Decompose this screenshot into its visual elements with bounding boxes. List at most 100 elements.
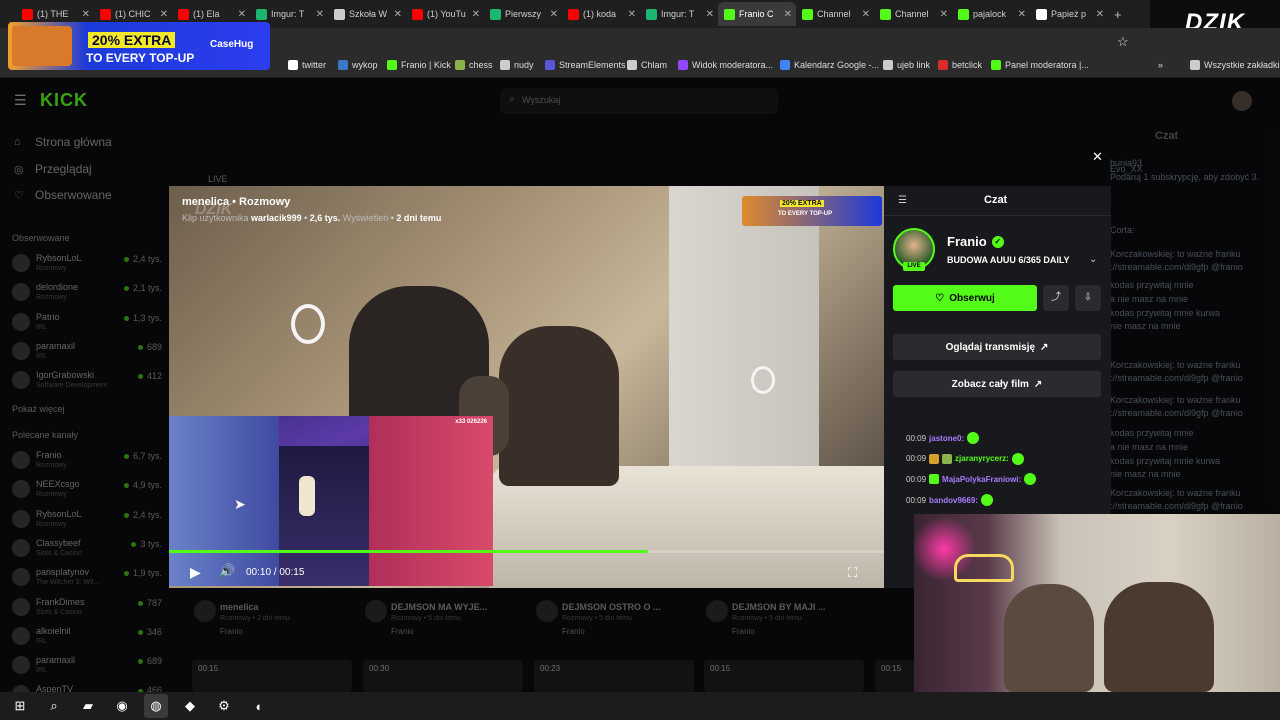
play-button[interactable]: ▶	[190, 564, 206, 580]
neon-sign	[954, 554, 1014, 582]
app-icon[interactable]: ◆	[178, 694, 202, 718]
video-promo-line1: 20% EXTRA	[780, 200, 824, 207]
follow-button[interactable]: ♡ Obserwuj	[893, 285, 1037, 311]
browser-tab[interactable]: Imgur: T ✕	[640, 2, 718, 26]
bookmark-item[interactable]: Kalendarz Google -...	[780, 60, 879, 70]
chat-time: 00:09	[906, 454, 927, 464]
tab-close-icon[interactable]: ✕	[940, 9, 948, 20]
emote-icon	[1011, 452, 1024, 465]
streamer-name[interactable]: Franio ✓	[947, 234, 1004, 249]
bookmark-item[interactable]: wykop	[338, 60, 378, 70]
emote-icon	[980, 494, 993, 507]
volume-icon[interactable]: 🔊	[219, 563, 237, 581]
bookmark-label: nudy	[514, 60, 534, 70]
bookmark-favicon-icon	[1190, 60, 1200, 70]
chat-message: 00:09 bandov9669:	[906, 494, 993, 507]
folder-icon[interactable]: ▰	[76, 694, 100, 718]
mouse-icon[interactable]: ◖	[246, 694, 270, 718]
clipped-by[interactable]: warlacik999	[251, 213, 302, 223]
bookmarks-more[interactable]: »	[1158, 60, 1163, 70]
watch-full-label: Zobacz cały film	[951, 378, 1029, 390]
tab-close-icon[interactable]: ✕	[1096, 9, 1104, 20]
video-door	[669, 186, 819, 506]
video-person	[499, 326, 619, 486]
star-icon[interactable]: ☆	[1117, 34, 1129, 50]
tab-close-icon[interactable]: ✕	[1018, 9, 1026, 20]
mouse-cursor-icon: ➤	[234, 496, 246, 512]
clip-meta: Klip użytkownika warlacik999 • 2,6 tys. …	[182, 213, 442, 223]
tab-favicon-icon	[334, 8, 345, 20]
bookmark-item[interactable]: Panel moderatora |...	[991, 60, 1089, 70]
bookmark-label: betclick	[952, 60, 983, 70]
tab-close-icon[interactable]: ✕	[628, 9, 636, 20]
collapse-icon[interactable]: ☰	[898, 195, 907, 206]
download-button[interactable]: ⇩	[1075, 285, 1101, 311]
tab-close-icon[interactable]: ✕	[238, 9, 246, 20]
bookmark-item[interactable]: nudy	[500, 60, 534, 70]
bookmark-item[interactable]: Widok moderatora...	[678, 60, 773, 70]
promo-banner[interactable]: 20% EXTRA TO EVERY TOP-UP CaseHug	[8, 22, 270, 70]
browser-tab[interactable]: Channel ✕	[874, 2, 952, 26]
new-tab-button[interactable]: +	[1114, 7, 1122, 22]
bookmark-favicon-icon	[627, 60, 637, 70]
chat-username[interactable]: MajaPolykaFraniowi:	[942, 475, 1021, 484]
share-button[interactable]: ⤴	[1043, 285, 1069, 311]
bookmark-item[interactable]: betclick	[938, 60, 982, 70]
bookmark-label: Widok moderatora...	[692, 60, 774, 70]
bookmark-favicon-icon	[500, 60, 510, 70]
chat-time: 00:09	[906, 474, 927, 484]
bookmark-item[interactable]: StreamElements	[545, 60, 626, 70]
browser-tab[interactable]: (1) YouTu ✕	[406, 2, 484, 26]
browser-tab[interactable]: (1) koda ✕	[562, 2, 640, 26]
browser-tab[interactable]: Franio C ✕	[718, 2, 796, 26]
video-progress-fill	[169, 550, 649, 553]
tab-close-icon[interactable]: ✕	[394, 9, 402, 20]
tab-close-icon[interactable]: ✕	[82, 9, 90, 20]
tab-close-icon[interactable]: ✕	[550, 9, 558, 20]
tab-close-icon[interactable]: ✕	[472, 9, 480, 20]
bookmark-item[interactable]: twitter	[288, 60, 326, 70]
chevron-down-icon[interactable]: ⌄	[1089, 254, 1097, 265]
bookmark-favicon-icon	[545, 60, 555, 70]
bookmark-favicon-icon	[288, 60, 298, 70]
watch-stream-button[interactable]: Oglądaj transmisję ↗	[893, 334, 1101, 360]
browser-tab[interactable]: Szkoła W ✕	[328, 2, 406, 26]
bookmark-item[interactable]: Franio | Kick	[387, 60, 451, 70]
emote-icon	[1024, 473, 1037, 486]
browser-tab[interactable]: Pierwszy ✕	[484, 2, 562, 26]
chat-username[interactable]: bandov9669:	[929, 496, 978, 505]
close-icon[interactable]: ✕	[1092, 149, 1103, 165]
treasure-box-icon	[12, 26, 72, 66]
bookmark-favicon-icon	[678, 60, 688, 70]
tab-title: Channel	[817, 9, 851, 19]
promo-line2: TO EVERY TOP-UP	[86, 51, 195, 65]
bookmark-item[interactable]: chess	[455, 60, 493, 70]
live-badge: LIVE	[903, 262, 925, 271]
bookmark-item[interactable]: Wszystkie zakładki	[1190, 60, 1280, 70]
tab-title: Szkoła W	[349, 9, 388, 19]
search-icon[interactable]: ⌕	[42, 694, 66, 718]
watch-full-video-button[interactable]: Zobacz cały film ↗	[893, 371, 1101, 397]
side-title: Czat	[984, 194, 1008, 206]
chat-username[interactable]: jastone0:	[929, 434, 964, 443]
chat-username[interactable]: zjaranyrycerz:	[955, 454, 1009, 463]
tab-close-icon[interactable]: ✕	[706, 9, 714, 20]
video-progress[interactable]	[169, 550, 884, 553]
tab-close-icon[interactable]: ✕	[160, 9, 168, 20]
tab-favicon-icon	[178, 8, 189, 20]
steam-icon[interactable]: ◉	[110, 694, 134, 718]
tab-close-icon[interactable]: ✕	[784, 9, 792, 20]
bookmark-item[interactable]: ujeb link	[883, 60, 930, 70]
settings-icon[interactable]: ⚙	[212, 694, 236, 718]
tab-close-icon[interactable]: ✕	[316, 9, 324, 20]
browser-tab[interactable]: Channel ✕	[796, 2, 874, 26]
bookmark-item[interactable]: Chlam	[627, 60, 667, 70]
browser-tab[interactable]: Papież p ✕	[1030, 2, 1108, 26]
tab-close-icon[interactable]: ✕	[862, 9, 870, 20]
fullscreen-button[interactable]: ⛶	[848, 565, 864, 581]
browser-tab[interactable]: pajalock ✕	[952, 2, 1030, 26]
tab-title: Imgur: T	[271, 9, 305, 19]
time-display: 00:10 / 00:15	[246, 567, 305, 578]
chrome-icon[interactable]: ◍	[144, 694, 168, 718]
windows-icon[interactable]: ⊞	[8, 694, 32, 718]
